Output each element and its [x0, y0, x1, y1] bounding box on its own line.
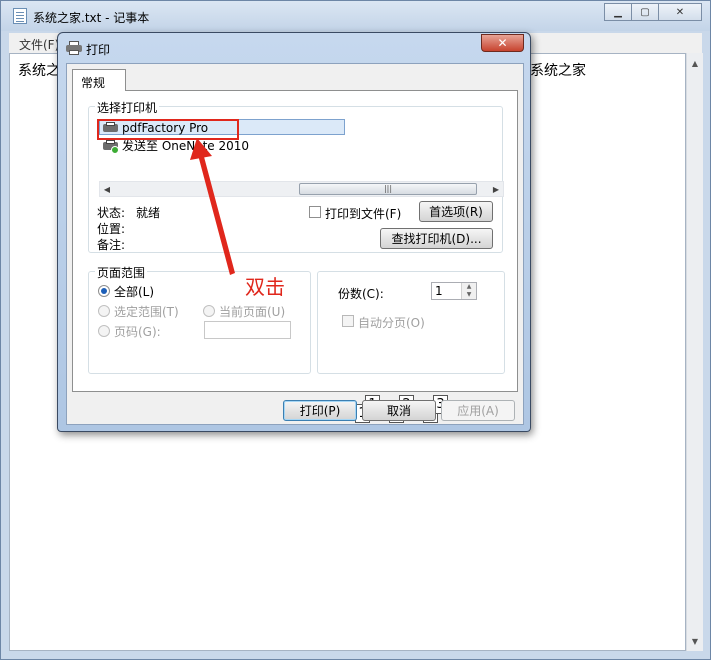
editor-text-right: 系统之家 [530, 63, 586, 79]
maximize-button[interactable]: ▢ [631, 3, 659, 21]
annotation-label: 双击 [245, 275, 285, 299]
status-label: 状态: [97, 206, 126, 220]
copies-stepper[interactable]: 1 ▲ ▼ [431, 282, 477, 300]
current-page-radio[interactable] [203, 305, 215, 317]
print-button[interactable]: 打印(P) [283, 400, 357, 421]
spin-down-arrow-icon[interactable]: ▼ [461, 291, 476, 299]
scroll-down-arrow-icon[interactable]: ▼ [687, 633, 703, 649]
comment-label: 备注: [97, 238, 126, 252]
scroll-up-arrow-icon[interactable]: ▲ [687, 55, 703, 71]
find-printer-button[interactable]: 查找打印机(D)... [380, 228, 493, 249]
printer-icon [66, 41, 82, 55]
selection-label: 选定范围(T) [114, 305, 179, 319]
select-printer-legend: 选择打印机 [95, 99, 160, 116]
status-value: 就绪 [136, 206, 161, 220]
minimize-button[interactable]: ▁ [604, 3, 632, 21]
vertical-scrollbar[interactable]: ▲ ▼ [686, 53, 703, 651]
collate-label: 自动分页(O) [358, 316, 425, 330]
preferences-button[interactable]: 首选项(R) [419, 201, 493, 222]
close-button[interactable]: ✕ [658, 3, 702, 21]
editor-text-left: 系统之 [18, 63, 60, 79]
menu-file[interactable]: 文件(F) [19, 36, 59, 53]
dialog-body: 常规 选择打印机 pdfFactory Pro 发送至 OneNote 2010… [66, 63, 524, 425]
dialog-close-button[interactable]: ✕ [481, 34, 524, 52]
scroll-right-arrow-icon[interactable]: ▶ [489, 182, 503, 196]
scroll-thumb[interactable]: ||| [299, 183, 477, 195]
scroll-left-arrow-icon[interactable]: ◀ [100, 182, 114, 196]
copies-group: 份数(C): 1 ▲ ▼ 自动分页(O) [317, 271, 505, 374]
collate-checkbox[interactable] [342, 315, 354, 327]
notepad-title: 系统之家.txt - 记事本 [33, 11, 150, 25]
all-label: 全部(L) [114, 285, 155, 299]
all-radio[interactable] [98, 285, 110, 297]
apply-button[interactable]: 应用(A) [441, 400, 515, 421]
print-to-file-checkbox[interactable] [309, 206, 321, 218]
notepad-icon [13, 8, 27, 24]
printer-list-hscrollbar[interactable]: ◀ ||| ▶ [99, 181, 504, 197]
tab-general[interactable]: 常规 [72, 69, 126, 91]
cancel-button[interactable]: 取消 [362, 400, 436, 421]
copies-value: 1 [435, 284, 443, 298]
page-range-legend: 页面范围 [95, 264, 148, 281]
highlight-box [97, 119, 239, 140]
copies-label: 份数(C): [338, 287, 384, 301]
printer-name: 发送至 OneNote 2010 [122, 139, 250, 153]
notepad-titlebar: 系统之家.txt - 记事本 ▁ ▢ ✕ [1, 1, 710, 31]
selection-radio[interactable] [98, 305, 110, 317]
dialog-title: 打印 [86, 43, 111, 57]
pages-radio[interactable] [98, 325, 110, 337]
current-page-label: 当前页面(U) [219, 305, 286, 319]
printer-default-check-icon [103, 140, 119, 154]
print-dialog: 打印 ✕ 常规 选择打印机 pdfFactory Pro 发送至 OneNote… [57, 32, 531, 432]
pages-input[interactable] [204, 321, 291, 339]
pages-label: 页码(G): [114, 325, 161, 339]
location-label: 位置: [97, 222, 126, 236]
print-to-file-label: 打印到文件(F) [325, 207, 402, 221]
